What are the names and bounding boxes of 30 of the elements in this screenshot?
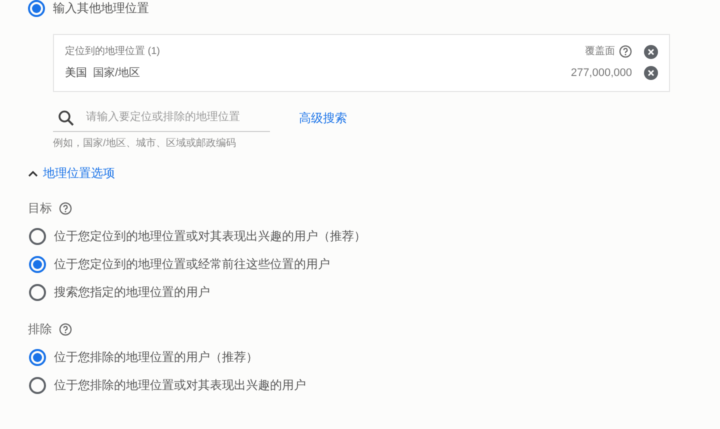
radio-label: 位于您定位到的地理位置或对其表现出兴趣的用户（推荐） xyxy=(54,228,366,245)
radio-button[interactable] xyxy=(29,284,46,300)
radio-button[interactable] xyxy=(29,376,46,394)
search-hint: 例如，国家/地区、城市、区域或邮政编码 xyxy=(53,136,237,151)
radio-label: 位于您排除的地理位置或对其表现出兴趣的用户 xyxy=(54,377,306,394)
radio-label: 位于您排除的地理位置的用户（推荐） xyxy=(54,349,258,366)
radio-button[interactable] xyxy=(29,348,46,366)
reach-label: 覆盖面 xyxy=(585,44,615,59)
location-options-toggle[interactable]: 地理位置选项 xyxy=(28,164,115,182)
help-icon[interactable] xyxy=(59,202,72,214)
radio-button[interactable] xyxy=(29,256,46,272)
help-icon[interactable] xyxy=(619,45,632,58)
location-search-field[interactable]: 请输入要定位或排除的地理位置 xyxy=(86,109,256,126)
radio-button[interactable] xyxy=(28,0,45,16)
location-name: 美国 xyxy=(65,66,87,81)
reach-value: 277,000,000 xyxy=(570,66,632,81)
chevron-icon xyxy=(28,170,38,176)
advanced-search-link[interactable]: 高级搜索 xyxy=(299,109,347,127)
radio-label: 位于您定位到的地理位置或经常前往这些位置的用户 xyxy=(54,256,330,273)
help-icon[interactable] xyxy=(59,322,72,336)
remove-icon[interactable] xyxy=(644,66,658,80)
radio-label: 搜索您指定的地理位置的用户 xyxy=(54,284,210,301)
radio-label: 输入其他地理位置 xyxy=(53,0,149,17)
section-title: 目标 xyxy=(28,200,52,217)
remove-icon[interactable] xyxy=(644,44,658,58)
search-icon xyxy=(58,110,74,126)
panel-title: 定位到的地理位置 (1) xyxy=(65,44,161,59)
section-title: 排除 xyxy=(28,321,52,338)
radio-button[interactable] xyxy=(29,228,46,244)
location-type: 国家/地区 xyxy=(93,66,142,81)
